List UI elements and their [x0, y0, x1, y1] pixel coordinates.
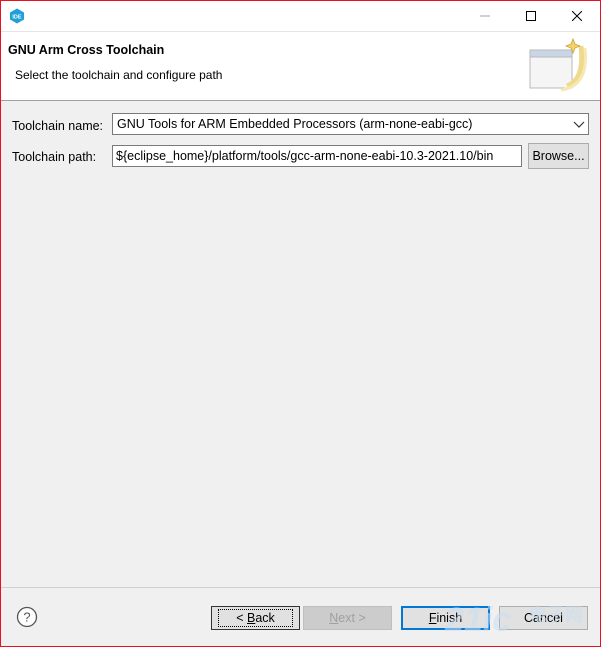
back-button-label: < Back [218, 609, 293, 627]
toolchain-path-input[interactable] [112, 145, 522, 167]
page-title: GNU Arm Cross Toolchain [8, 43, 165, 57]
toolchain-name-label: Toolchain name: [12, 119, 104, 133]
finish-button[interactable]: Finish [401, 606, 490, 630]
help-icon[interactable]: ? [16, 606, 38, 628]
title-bar[interactable]: IDE [1, 1, 600, 32]
close-icon [572, 11, 582, 21]
toolchain-path-label: Toolchain path: [12, 150, 97, 164]
close-button[interactable] [554, 1, 600, 31]
svg-text:IDE: IDE [12, 15, 22, 21]
wizard-header: GNU Arm Cross Toolchain Select the toolc… [1, 32, 600, 101]
toolchain-name-select[interactable]: GNU Tools for ARM Embedded Processors (a… [112, 113, 589, 135]
dialog-window: IDE GNU Arm Cross Toolchain Select the t… [0, 0, 601, 647]
wizard-banner-icon [529, 37, 587, 92]
chevron-down-icon [573, 121, 585, 128]
back-button[interactable]: < Back [211, 606, 300, 630]
minimize-icon [480, 15, 490, 17]
cancel-button[interactable]: Cancel [499, 606, 588, 630]
page-description: Select the toolchain and configure path [15, 68, 223, 82]
maximize-icon [526, 11, 536, 21]
next-button[interactable]: Next > [303, 606, 392, 630]
finish-button-label: Finish [428, 611, 463, 625]
browse-button[interactable]: Browse... [528, 143, 589, 169]
minimize-button[interactable] [462, 1, 508, 31]
svg-text:?: ? [23, 610, 30, 625]
toolchain-name-value: GNU Tools for ARM Embedded Processors (a… [117, 117, 473, 131]
ide-icon: IDE [10, 8, 24, 24]
maximize-button[interactable] [508, 1, 554, 31]
footer-divider [1, 587, 600, 588]
next-button-label: Next > [329, 611, 366, 625]
